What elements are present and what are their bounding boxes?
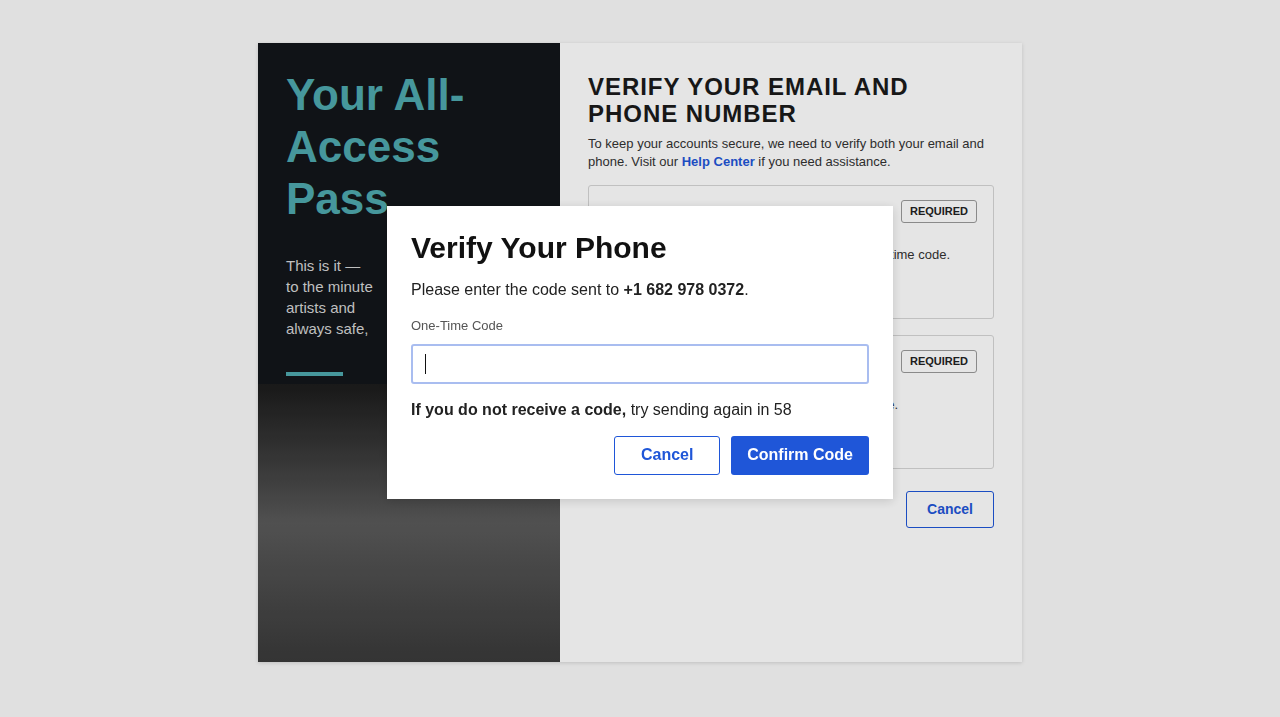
resend-text: If you do not receive a code, try sendin… (411, 398, 869, 422)
field-label: One-Time Code (411, 316, 869, 336)
confirm-code-button[interactable]: Confirm Code (731, 436, 869, 475)
dialog-prompt: Please enter the code sent to +1 682 978… (411, 278, 869, 302)
dialog-cancel-button[interactable]: Cancel (614, 436, 720, 475)
page: Your All-Access PassThis is it —to the m… (0, 0, 1280, 717)
modal-overlay: Verify Your Phone Please enter the code s… (0, 0, 1280, 717)
phone-number: +1 682 978 0372 (624, 281, 745, 298)
text-caret (425, 354, 426, 374)
code-input[interactable] (411, 344, 869, 384)
verify-phone-dialog: Verify Your Phone Please enter the code s… (387, 206, 893, 499)
dialog-title: Verify Your Phone (411, 230, 869, 266)
